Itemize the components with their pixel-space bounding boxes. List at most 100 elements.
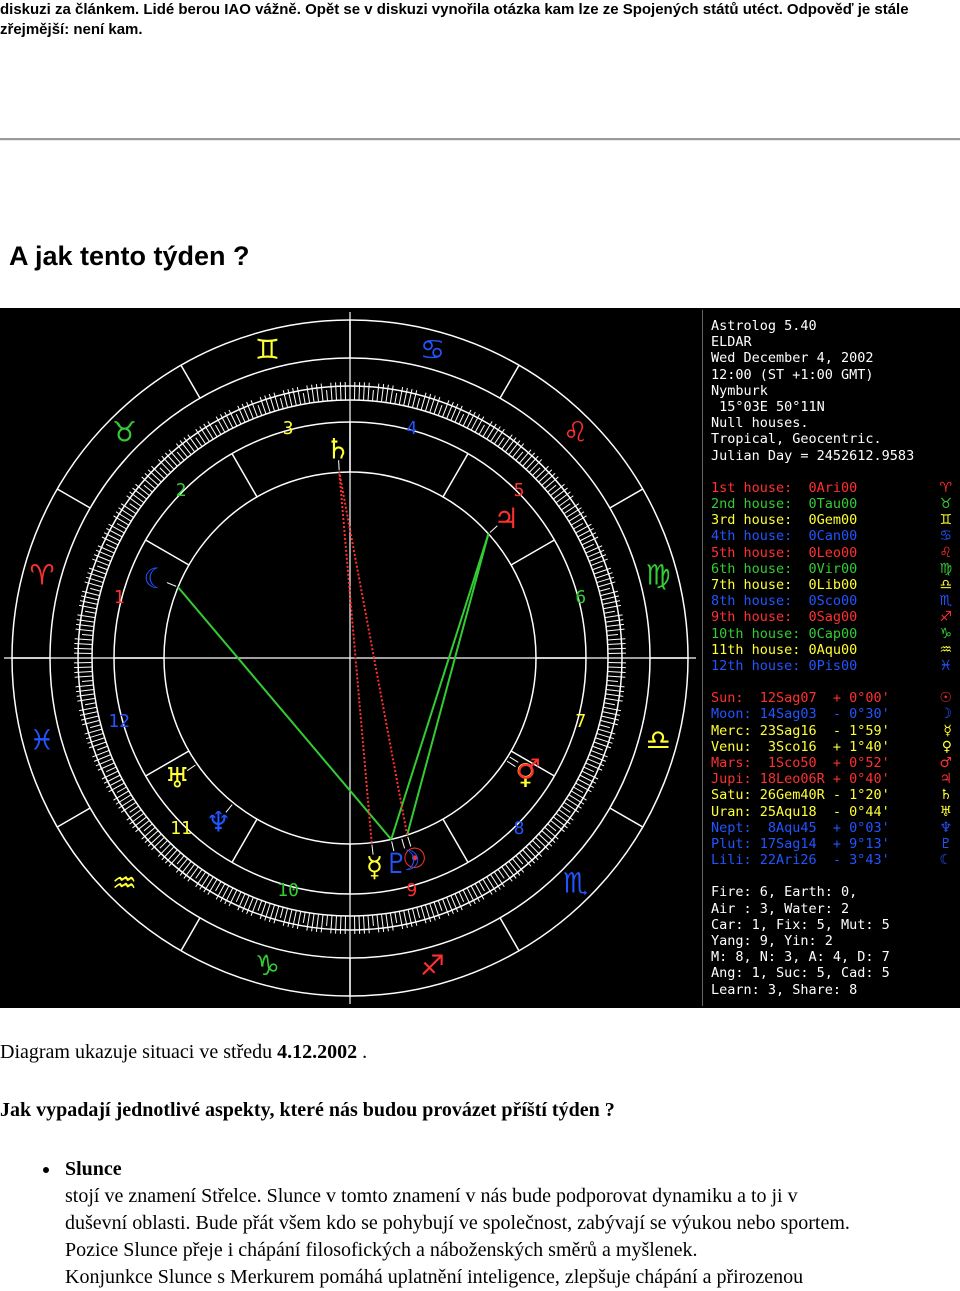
sign-boundary [57, 808, 90, 827]
degree-tick [606, 624, 624, 626]
caption-end: . [357, 1041, 367, 1063]
degree-tick [76, 629, 94, 631]
degree-tick [340, 382, 341, 400]
degree-tick [321, 384, 323, 402]
degree-tick [158, 459, 171, 472]
degree-tick [85, 611, 96, 613]
degree-tick [545, 477, 559, 489]
caption-text: Diagram ukazuje situaci ve středu [0, 1041, 277, 1063]
degree-tick [573, 524, 583, 530]
zodiac-sign-icon: ♋ [420, 333, 445, 366]
degree-tick [605, 694, 623, 697]
sign-icon: ♌ [939, 545, 952, 561]
degree-tick [293, 910, 297, 928]
degree-tick [142, 827, 156, 839]
house-cusp-line [232, 454, 257, 497]
planet-position-row: Venu: 3Sco16 + 1°40' [711, 739, 890, 755]
house-cusp-row: 8th house: 0Sco00 [711, 593, 857, 609]
chart-stats-line: Ang: 1, Suc: 5, Cad: 5 [711, 965, 890, 981]
degree-tick [395, 912, 397, 923]
degree-tick [512, 444, 523, 458]
degree-tick [605, 615, 623, 618]
info-header-line: Julian Day = 2452612.9583 [711, 448, 914, 464]
info-header-line: Nymburk [711, 383, 768, 399]
planet-icon: ♃ [939, 771, 952, 787]
degree-tick [602, 712, 620, 716]
degree-tick [75, 676, 93, 677]
zodiac-sign-icon: ♈ [29, 558, 54, 591]
degree-tick [602, 601, 620, 605]
house-number: 11 [170, 818, 192, 839]
sign-icon: ♋ [939, 528, 952, 544]
degree-tick [526, 456, 538, 469]
planet-icon: ♆ [939, 820, 952, 836]
degree-tick [512, 859, 523, 873]
degree-tick [556, 813, 570, 824]
planet-position-row: Uran: 25Aqu18 - 0°44' [711, 804, 890, 820]
degree-tick [316, 384, 318, 402]
degree-tick [381, 384, 383, 402]
planet-position-row: Mars: 1Sco50 + 0°52' [711, 755, 890, 771]
aspect-line [391, 534, 488, 840]
degree-tick [177, 856, 184, 864]
planet-position-row: Moon: 14Sag03 - 0°30' [711, 706, 890, 722]
house-number: 12 [108, 711, 130, 732]
intro-paragraph: diskuzi za článkem. Lidé berou IAO vážně… [0, 0, 955, 40]
degree-tick [459, 414, 464, 424]
zodiac-sign-icon: ♓ [29, 724, 54, 757]
degree-tick [545, 827, 559, 839]
chart-stats-line: Yang: 9, Yin: 2 [711, 933, 833, 949]
house-number: 10 [277, 880, 299, 901]
degree-tick [608, 644, 626, 645]
degree-tick [502, 867, 513, 882]
degree-tick [169, 450, 181, 464]
degree-tick [74, 644, 92, 645]
section-heading: A jak tento týden ? [9, 238, 250, 274]
sign-icon: ♈ [939, 480, 952, 496]
sign-icon: ♊ [939, 512, 952, 528]
house-cusp-row: 5th house: 0Leo00 [711, 545, 857, 561]
degree-tick [117, 524, 127, 530]
degree-tick [136, 484, 150, 495]
degree-tick [307, 385, 310, 403]
house-cusp-line [443, 819, 468, 862]
sign-boundary [181, 365, 200, 398]
house-cusp-row: 4th house: 0Can00 [711, 528, 857, 544]
degree-tick [133, 817, 147, 828]
sign-icon: ♍ [939, 561, 952, 577]
degree-tick [331, 915, 332, 933]
chart-caption: Diagram ukazuje situaci ve středu 4.12.2… [0, 1040, 367, 1064]
degree-tick [605, 620, 623, 623]
degree-tick [584, 767, 594, 772]
astrology-chart-image: ♈♉♊♋♌♍♎♏♐♑♒♓123456789101112☉☽☿♀♂♃♄♅♆♇☾ A… [0, 308, 960, 1008]
degree-tick [127, 496, 142, 507]
planet-icon: ☿ [943, 723, 952, 739]
degree-tick [82, 680, 93, 681]
planet-glyph-icon: ♅ [165, 762, 190, 795]
degree-tick [327, 915, 328, 926]
planet-icon: ☾ [939, 852, 952, 868]
planet-glyph-icon: ☾ [143, 562, 168, 595]
degree-tick [536, 837, 549, 850]
degree-tick [340, 916, 341, 934]
degree-tick [607, 676, 625, 677]
aspect-line [178, 587, 391, 839]
planet-position-row: Sun: 12Sag07 + 0°00' [711, 690, 890, 706]
degree-tick [297, 911, 300, 929]
degree-tick [236, 414, 241, 424]
info-header-line: Tropical, Geocentric. [711, 431, 882, 447]
degree-tick [106, 767, 116, 772]
degree-tick [608, 648, 626, 649]
planet-icon: ☽ [939, 706, 952, 722]
degree-tick [386, 913, 389, 931]
degree-tick [336, 916, 337, 934]
sign-boundary [181, 918, 200, 951]
sign-icon: ♒ [939, 642, 952, 658]
degree-tick [184, 438, 195, 452]
degree-tick [74, 648, 92, 649]
degree-tick [196, 869, 202, 878]
info-header-line: 12:00 (ST +1:00 GMT) [711, 367, 874, 383]
degree-tick [76, 685, 94, 687]
degree-tick [606, 689, 624, 691]
degree-tick [548, 485, 556, 492]
